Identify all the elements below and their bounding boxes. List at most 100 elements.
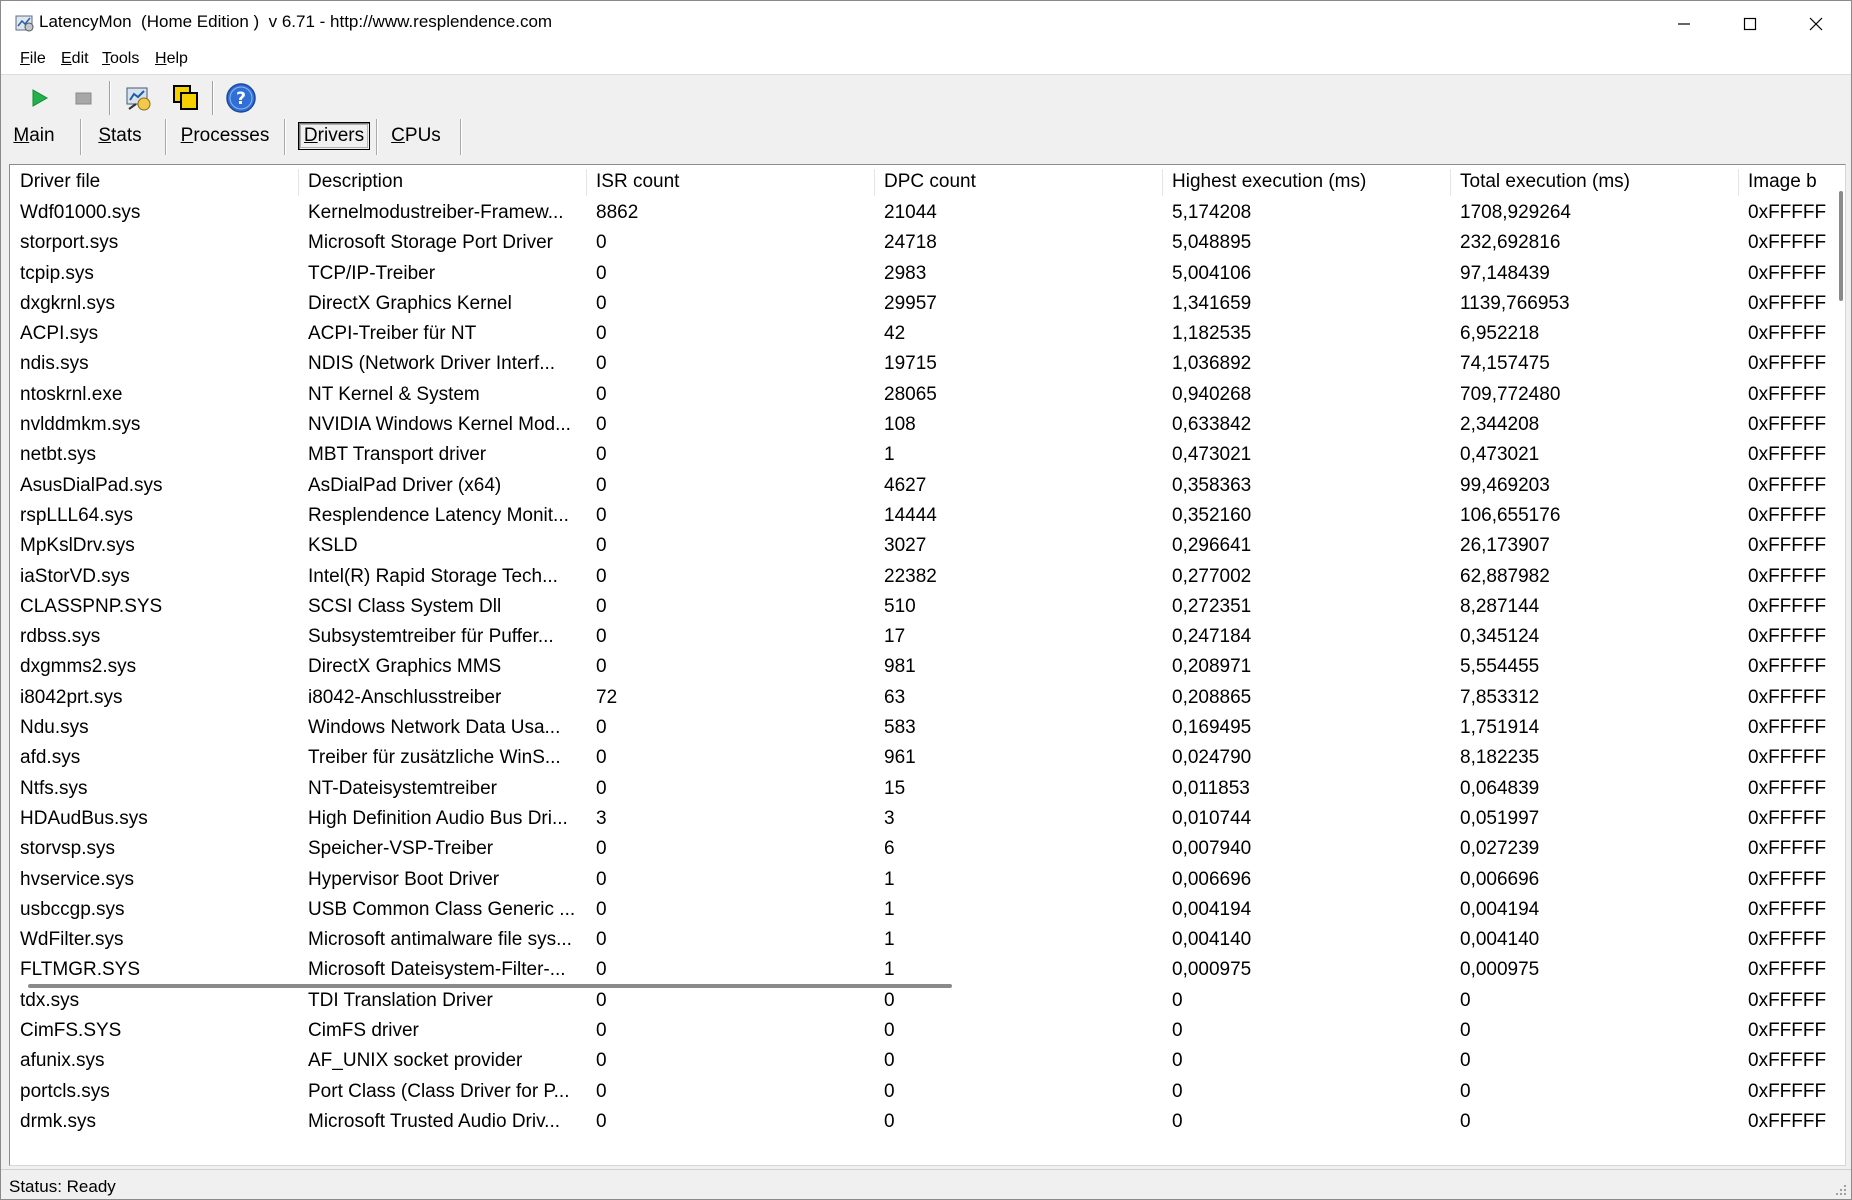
cell-driver-file: usbccgp.sys: [20, 898, 125, 920]
cell-image-base: 0xFFFFF: [1748, 747, 1827, 769]
vertical-scrollbar[interactable]: [1839, 191, 1843, 301]
table-row[interactable]: afunix.sys AF_UNIX socket provider 0 0 0 0 0xF…: [10, 1046, 1828, 1076]
column-header-total-execution[interactable]: Total execution (ms): [1450, 165, 1738, 198]
table-row[interactable]: WdFilter.sys Microsoft antimalware file s…: [10, 925, 1828, 955]
table-row[interactable]: storvsp.sys Speicher-VSP-Treiber 0 6 0,00794…: [10, 834, 1828, 864]
maximize-button[interactable]: [1717, 1, 1783, 46]
table-row[interactable]: Wdf01000.sys Kernelmodustreiber-Framew...…: [10, 198, 1828, 228]
tab-stats[interactable]: Stats: [83, 119, 157, 153]
menu-edit[interactable]: Edit: [61, 50, 89, 68]
table-row[interactable]: drmk.sys Microsoft Trusted Audio Driv... 0…: [10, 1107, 1828, 1137]
table-row[interactable]: iaStorVD.sys Intel(R) Rapid Storage Tech.…: [10, 562, 1828, 592]
table-row[interactable]: afd.sys Treiber für zusätzliche WinS... 0 9…: [10, 743, 1828, 773]
table-row[interactable]: AsusDialPad.sys AsDialPad Driver (x64) 0 46…: [10, 471, 1828, 501]
cell-isr-count: 0: [596, 323, 607, 345]
table-row[interactable]: rspLLL64.sys Resplendence Latency Monit..…: [10, 501, 1828, 531]
start-icon: [32, 89, 49, 107]
table-row[interactable]: netbt.sys MBT Transport driver 0 1 0,473021 0…: [10, 440, 1828, 470]
table-row[interactable]: tdx.sys TDI Translation Driver 0 0 0 0 0xFFFFF: [10, 986, 1828, 1016]
cell-highest-execution: 0: [1172, 1110, 1183, 1132]
cell-dpc-count: 0: [884, 1050, 895, 1072]
tab-main[interactable]: Main: [1, 119, 67, 153]
tab-cpus[interactable]: CPUs: [379, 119, 453, 153]
table-row[interactable]: storport.sys Microsoft Storage Port Drive…: [10, 228, 1828, 258]
table-row[interactable]: MpKslDrv.sys KSLD 0 3027 0,296641 26,173907 0x…: [10, 531, 1828, 561]
tab-drivers[interactable]: Drivers: [289, 119, 379, 153]
cell-dpc-count: 63: [884, 686, 906, 708]
column-header-isr-count[interactable]: ISR count: [586, 165, 874, 198]
table-row[interactable]: FLTMGR.SYS Microsoft Dateisystem-Filter-.…: [10, 955, 1828, 985]
cell-image-base: 0xFFFFF: [1748, 717, 1827, 739]
minimize-icon: [1678, 22, 1690, 25]
column-header-image-base[interactable]: Image b: [1738, 165, 1828, 198]
horizontal-scrollbar[interactable]: [28, 984, 952, 988]
cell-image-base: 0xFFFFF: [1748, 1020, 1827, 1042]
cell-description: Intel(R) Rapid Storage Tech...: [308, 565, 558, 587]
cell-image-base: 0xFFFFF: [1748, 929, 1827, 951]
table-row[interactable]: hvservice.sys Hypervisor Boot Driver 0 1 0,0…: [10, 865, 1828, 895]
tab-divider: [284, 119, 286, 155]
cell-isr-count: 0: [596, 444, 607, 466]
table-row[interactable]: rdbss.sys Subsystemtreiber für Puffer... 0…: [10, 622, 1828, 652]
table-row[interactable]: ndis.sys NDIS (Network Driver Interf... 0 1…: [10, 349, 1828, 379]
cell-highest-execution: 5,174208: [1172, 202, 1252, 223]
cell-dpc-count: 6: [884, 838, 895, 860]
table-row[interactable]: nvlddmkm.sys NVIDIA Windows Kernel Mod...…: [10, 410, 1828, 440]
menu-file[interactable]: File: [20, 50, 46, 68]
table-row[interactable]: usbccgp.sys USB Common Class Generic ... 0…: [10, 895, 1828, 925]
cell-isr-count: 0: [596, 262, 607, 284]
minimize-button[interactable]: [1651, 1, 1717, 46]
cell-image-base: 0xFFFFF: [1748, 868, 1827, 890]
cell-description: Resplendence Latency Monit...: [308, 504, 569, 526]
menu-tools[interactable]: Tools: [102, 50, 139, 68]
table-row[interactable]: Ntfs.sys NT-Dateisystemtreiber 0 15 0,011853…: [10, 774, 1828, 804]
cell-driver-file: netbt.sys: [20, 444, 97, 466]
stop-button[interactable]: [66, 81, 100, 115]
column-header-dpc-count[interactable]: DPC count: [874, 165, 1162, 198]
cell-driver-file: rspLLL64.sys: [20, 504, 134, 526]
table-row[interactable]: CLASSPNP.SYS SCSI Class System Dll 0 510 0,2…: [10, 592, 1828, 622]
table-row[interactable]: portcls.sys Port Class (Class Driver for …: [10, 1077, 1828, 1107]
tab-processes[interactable]: Processes: [168, 119, 282, 153]
cell-description: USB Common Class Generic ...: [308, 898, 576, 920]
table-row[interactable]: CimFS.SYS CimFS driver 0 0 0 0 0xFFFFF: [10, 1016, 1828, 1046]
table-row[interactable]: Ndu.sys Windows Network Data Usa... 0 583 0,…: [10, 713, 1828, 743]
cell-highest-execution: 0,277002: [1172, 565, 1252, 587]
table-row[interactable]: HDAudBus.sys High Definition Audio Bus Dr…: [10, 804, 1828, 834]
cell-isr-count: 0: [596, 959, 607, 981]
cell-description: TCP/IP-Treiber: [308, 262, 436, 284]
cell-description: NT-Dateisystemtreiber: [308, 777, 497, 799]
windows-button[interactable]: [169, 81, 203, 115]
close-icon: [1809, 17, 1823, 30]
help-button[interactable]: ?: [224, 81, 258, 115]
menu-help[interactable]: Help: [155, 50, 188, 68]
table-row[interactable]: dxgkrnl.sys DirectX Graphics Kernel 0 29957…: [10, 289, 1828, 319]
table-row[interactable]: ntoskrnl.exe NT Kernel & System 0 28065 0,94…: [10, 380, 1828, 410]
column-header-driver-file[interactable]: Driver file: [10, 165, 298, 198]
column-header-description[interactable]: Description: [298, 165, 586, 198]
cell-driver-file: storvsp.sys: [20, 838, 116, 860]
drivers-table[interactable]: Driver file Description ISR count DPC co…: [9, 164, 1846, 1166]
table-row[interactable]: ACPI.sys ACPI-Treiber für NT 0 42 1,182535 6,…: [10, 319, 1828, 349]
table-row[interactable]: tcpip.sys TCP/IP-Treiber 0 2983 5,004106 97,1…: [10, 259, 1828, 289]
title-bar[interactable]: LatencyMon (Home Edition ) v 6.71 - http…: [1, 1, 1851, 46]
cell-description: AsDialPad Driver (x64): [308, 474, 502, 496]
cell-description: TDI Translation Driver: [308, 989, 493, 1011]
start-button[interactable]: [22, 81, 56, 115]
close-button[interactable]: [1783, 1, 1849, 46]
table-row[interactable]: i8042prt.sys i8042-Anschlusstreiber 72 63 0,…: [10, 683, 1828, 713]
table-row[interactable]: dxgmms2.sys DirectX Graphics MMS 0 981 0,208…: [10, 652, 1828, 682]
column-header-highest-execution[interactable]: Highest execution (ms): [1162, 165, 1450, 198]
maximize-icon: [1743, 17, 1757, 30]
cell-description: DirectX Graphics MMS: [308, 656, 502, 678]
cell-total-execution: 106,655176: [1460, 504, 1561, 526]
cell-isr-count: 0: [596, 656, 607, 678]
cell-driver-file: drmk.sys: [20, 1110, 96, 1132]
report-button[interactable]: [122, 81, 156, 115]
cell-isr-count: 0: [596, 383, 607, 405]
cell-image-base: 0xFFFFF: [1748, 656, 1827, 678]
cell-total-execution: 0,051997: [1460, 807, 1540, 829]
cell-description: KSLD: [308, 535, 358, 557]
resize-grip-icon[interactable]: [1833, 1182, 1847, 1196]
cell-image-base: 0xFFFFF: [1748, 262, 1827, 284]
